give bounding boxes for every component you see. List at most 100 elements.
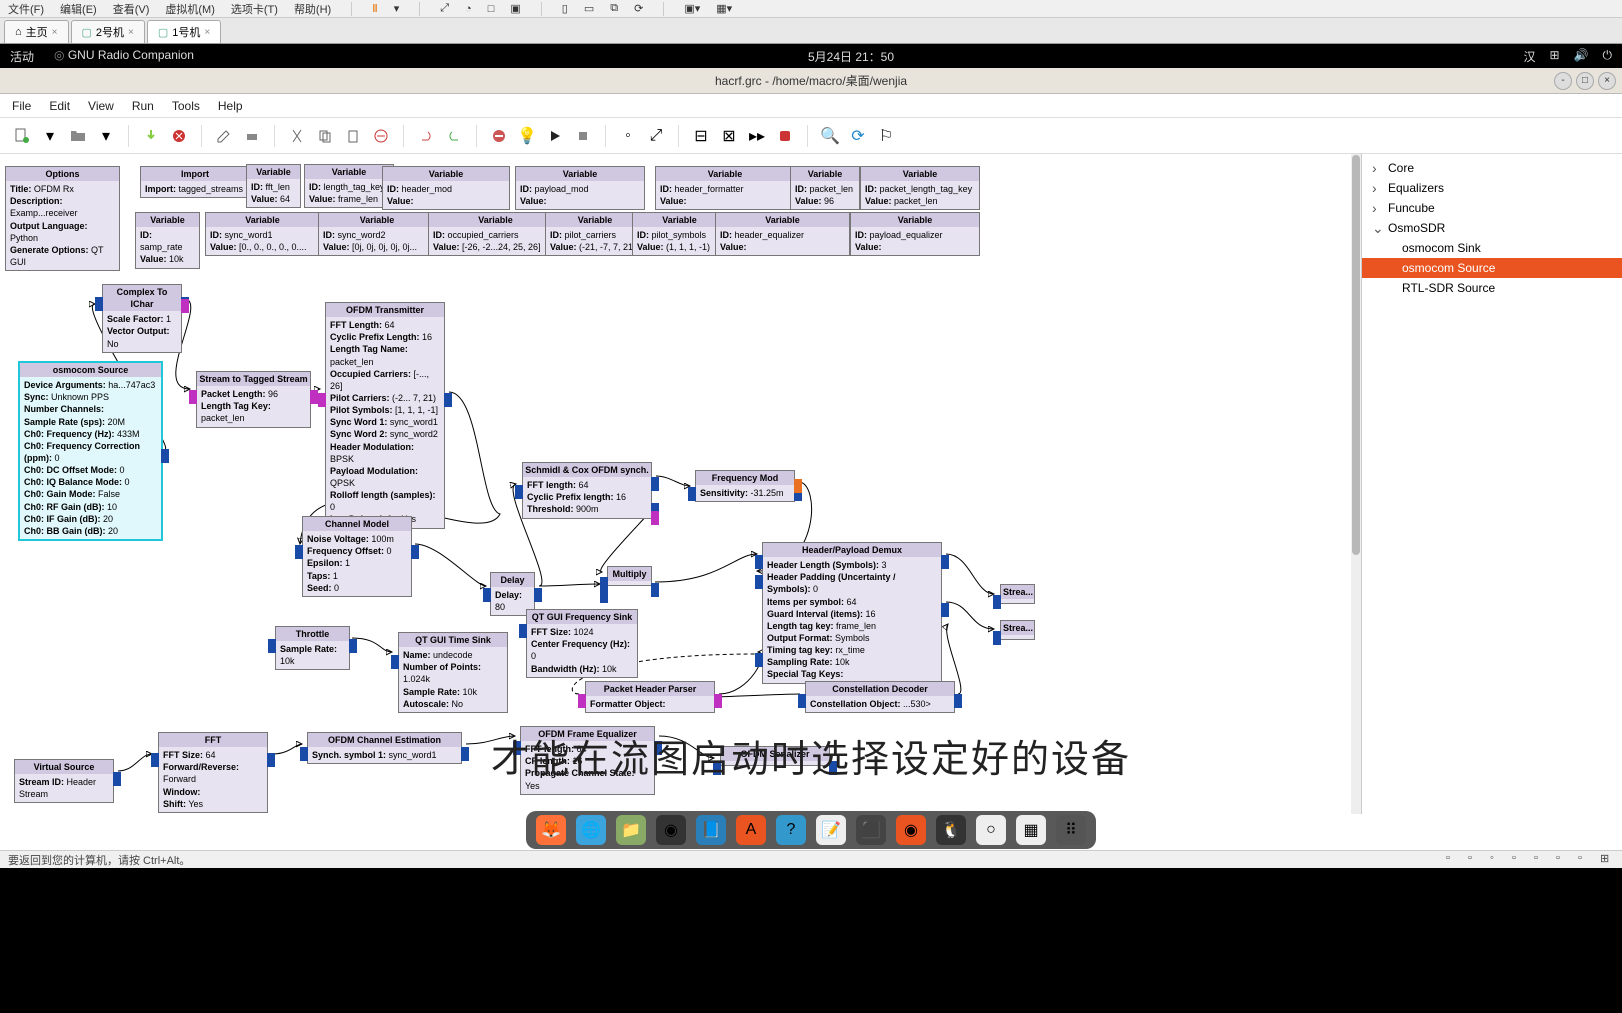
block-chan[interactable]: Channel ModelNoise Voltage: 100mFrequenc… [302,516,412,597]
block-throttle[interactable]: ThrottleSample Rate: 10k [275,626,350,670]
menu-help[interactable]: Help [218,99,243,113]
minimize-button[interactable]: - [1554,72,1572,90]
toolbar-icon[interactable]: ⤢ [440,2,449,15]
vm-tab-2[interactable]: ▢ 2号机 × [71,20,145,43]
block-var_heq[interactable]: VariableID: header_equalizerValue: [715,212,850,256]
block-var_pkt_len[interactable]: VariableID: packet_lenValue: 96 [790,166,860,210]
toolbar-icon[interactable]: ◔ [465,3,472,15]
status-icon[interactable]: ◦ [1490,852,1504,866]
delete-icon[interactable] [369,124,393,148]
tree-item-osmosdr[interactable]: OsmoSDR [1362,218,1622,238]
status-icon[interactable]: ▫ [1534,852,1548,866]
toolbar-icon[interactable]: ▯ [562,2,568,15]
new-file-icon[interactable] [10,124,34,148]
block-freqsink[interactable]: QT GUI Frequency SinkFFT Size: 1024Cente… [526,609,638,678]
status-icon[interactable]: ⊞ [1600,852,1614,866]
block-fmod[interactable]: Frequency ModSensitivity: -31.25m [695,470,795,502]
apps-grid-icon[interactable]: ⠿ [1056,815,1086,845]
close-icon[interactable]: × [52,27,58,38]
volume-icon[interactable]: 🔊 [1574,48,1589,65]
block-var_sw1[interactable]: VariableID: sync_word1Value: [0., 0., 0.… [205,212,320,256]
status-icon[interactable]: ▫ [1578,852,1592,866]
vm-menu-vm[interactable]: 虚拟机(M) [165,1,215,17]
stop-icon[interactable] [571,124,595,148]
close-icon[interactable]: × [128,27,134,38]
block-var_len_tag[interactable]: VariableID: length_tag_keyValue: frame_l… [304,164,394,208]
status-icon[interactable]: ▫ [1512,852,1526,866]
app-icon[interactable]: 📘 [696,815,726,845]
tree-icon[interactable]: ⊟ [689,124,713,148]
block-options[interactable]: OptionsTitle: OFDM RxDescription: Examp.… [5,166,120,271]
dot-icon[interactable]: ◦ [616,124,640,148]
block-mult[interactable]: Multiply [607,566,652,586]
flowgraph-canvas[interactable]: OptionsTitle: OFDM RxDescription: Examp.… [0,154,1362,814]
expand-icon[interactable]: ⤢ [644,124,668,148]
block-var_peq[interactable]: VariableID: payload_equalizerValue: [850,212,980,256]
undo-icon[interactable] [414,124,438,148]
firefox-icon[interactable]: 🦊 [536,815,566,845]
block-cdecoder[interactable]: Constellation DecoderConstellation Objec… [805,681,955,713]
vm-menu-view[interactable]: 查看(V) [113,1,150,17]
toolbar-icon[interactable]: ⟳ [634,2,643,15]
play-icon[interactable] [543,124,567,148]
activities-button[interactable]: 活动 [10,48,34,65]
block-var_occ[interactable]: VariableID: occupied_carriersValue: [-26… [428,212,563,256]
block-var_psym[interactable]: VariableID: pilot_symbolsValue: (1, 1, 1… [632,212,727,256]
copy-icon[interactable] [313,124,337,148]
ubuntu-software-icon[interactable]: A [736,815,766,845]
status-icon[interactable]: ▫ [1556,852,1570,866]
block-var_hdr_mod[interactable]: VariableID: header_modValue: [382,166,510,210]
app-icon[interactable]: ▦ [1016,815,1046,845]
block-var_plen_tag[interactable]: VariableID: packet_length_tag_keyValue: … [860,166,980,210]
bulb-icon[interactable]: 💡 [515,124,539,148]
dropdown-icon[interactable]: ▾ [38,124,62,148]
record-icon[interactable] [773,124,797,148]
scrollbar[interactable] [1351,154,1361,814]
help-icon[interactable]: ? [776,815,806,845]
toolbar-icon[interactable]: ▣ [510,2,520,15]
block-fft[interactable]: FFTFFT Size: 64Forward/Reverse: ForwardW… [158,732,268,813]
print-icon[interactable] [240,124,264,148]
menu-run[interactable]: Run [132,99,154,113]
vm-tab-1[interactable]: ▢ 1号机 × [147,20,221,43]
block-c2ic[interactable]: Complex To ICharScale Factor: 1Vector Ou… [102,284,182,353]
paste-icon[interactable] [341,124,365,148]
files-icon[interactable]: 📁 [616,815,646,845]
block-var_fft_len[interactable]: VariableID: fft_lenValue: 64 [246,164,301,208]
block-phparser[interactable]: Packet Header ParserFormatter Object: [585,681,715,713]
menu-tools[interactable]: Tools [172,99,200,113]
tree-x-icon[interactable]: ⊠ [717,124,741,148]
network-icon[interactable]: ⊞ [1549,48,1559,65]
remove-icon[interactable] [487,124,511,148]
block-import[interactable]: ImportImport: tagged_streams [140,166,250,198]
close-icon[interactable]: × [204,27,210,38]
block-hpdemux[interactable]: Header/Payload DemuxHeader Length (Symbo… [762,542,942,684]
block-vsource[interactable]: Virtual SourceStream ID: Header Stream [14,759,114,803]
block-osmo[interactable]: osmocom SourceDevice Arguments: ha...747… [18,361,163,541]
app-icon[interactable]: ○ [976,815,1006,845]
tree-item-osmocom-sink[interactable]: osmocom Sink [1362,238,1622,258]
vm-tab-home[interactable]: ⌂ 主页 × [4,20,69,43]
redo-icon[interactable] [442,124,466,148]
dropdown-icon[interactable]: ▾ [94,124,118,148]
menu-view[interactable]: View [88,99,114,113]
menu-file[interactable]: File [12,99,31,113]
toolbar-icon[interactable]: □ [488,3,495,15]
block-schmidl[interactable]: Schmidl & Cox OFDM synch.FFT length: 64C… [522,462,652,519]
pause-icon[interactable]: ‖ [372,3,377,15]
tree-item-osmocom-source[interactable]: osmocom Source [1362,258,1622,278]
edit-icon[interactable] [212,124,236,148]
toolbar-icon[interactable]: ▭ [584,2,594,15]
app-icon[interactable]: ◉ [656,815,686,845]
zoom-icon[interactable]: 🔍 [818,124,842,148]
terminal-icon[interactable]: ⬛ [856,815,886,845]
vm-menu-edit[interactable]: 编辑(E) [60,1,97,17]
tree-item-equalizers[interactable]: Equalizers [1362,178,1622,198]
block-var_sw2[interactable]: VariableID: sync_word2Value: [0j, 0j, 0j… [318,212,436,256]
app-icon[interactable]: 🐧 [936,815,966,845]
vm-menu-help[interactable]: 帮助(H) [294,1,331,17]
toolbar-icon[interactable]: ⧉ [610,2,618,15]
app-name[interactable]: ◎ GNU Radio Companion [54,48,194,65]
browser-icon[interactable]: 🌐 [576,815,606,845]
status-icon[interactable]: ▫ [1468,852,1482,866]
